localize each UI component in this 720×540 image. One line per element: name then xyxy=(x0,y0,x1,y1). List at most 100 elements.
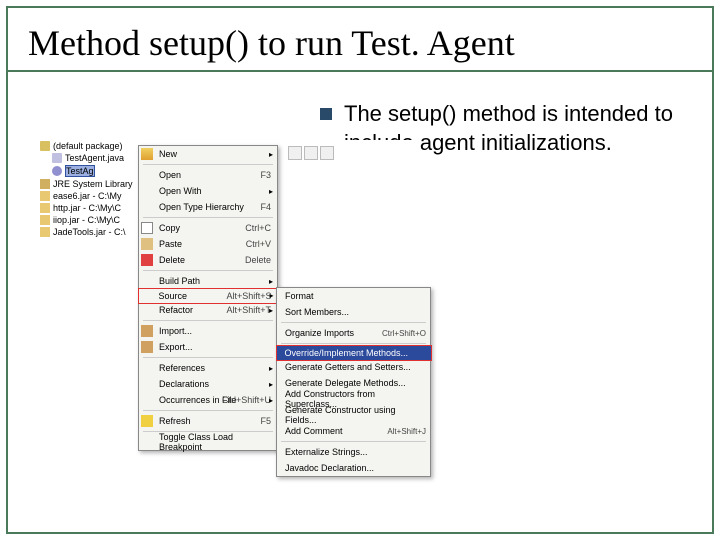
menu-label: Paste xyxy=(159,239,182,249)
menu-new[interactable]: New ▸ xyxy=(139,146,277,162)
menu-separator xyxy=(143,270,273,271)
menu-copy[interactable]: Copy Ctrl+C xyxy=(139,220,277,236)
menu-label: Format xyxy=(285,291,314,301)
title-underline xyxy=(8,70,712,72)
menu-sort-members[interactable]: Sort Members... xyxy=(277,304,430,320)
menu-declarations[interactable]: Declarations▸ xyxy=(139,376,277,392)
menu-constructor-fields[interactable]: Generate Constructor using Fields... xyxy=(277,407,430,423)
menu-label: Organize Imports xyxy=(285,328,354,338)
menu-label: Delete xyxy=(159,255,185,265)
submenu-arrow-icon: ▸ xyxy=(269,277,273,286)
menu-paste[interactable]: PasteCtrl+V xyxy=(139,236,277,252)
menu-label: Open With xyxy=(159,186,202,196)
slide-title: Method setup() to run Test. Agent xyxy=(28,22,515,64)
menu-label: Copy xyxy=(159,223,180,233)
shortcut: Ctrl+Shift+U xyxy=(222,395,271,405)
menu-label: Open xyxy=(159,170,181,180)
toolbar-icon[interactable] xyxy=(304,146,318,160)
menu-label: Toggle Class Load Breakpoint xyxy=(159,432,273,452)
menu-label: Import... xyxy=(159,326,192,336)
tree-java-file[interactable]: TestAgent.java xyxy=(28,152,138,164)
menu-refresh[interactable]: RefreshF5 xyxy=(139,413,277,429)
toolbar-icon[interactable] xyxy=(320,146,334,160)
menu-organize-imports[interactable]: Organize Imports Ctrl+Shift+O xyxy=(277,325,430,341)
tree-jar[interactable]: JadeTools.jar - C:\ xyxy=(28,226,138,238)
menu-format[interactable]: Format xyxy=(277,288,430,304)
menu-occurrences[interactable]: Occurrences in FileCtrl+Shift+U▸ xyxy=(139,392,277,408)
menu-separator xyxy=(143,217,273,218)
tree-jar[interactable]: http.jar - C:\My\C xyxy=(28,202,138,214)
tree-jre-lib[interactable]: JRE System Library xyxy=(28,178,138,190)
menu-label: Declarations xyxy=(159,379,209,389)
tree-label: JRE System Library xyxy=(53,179,133,189)
submenu-arrow-icon: ▸ xyxy=(269,396,273,405)
tree-label: http.jar - C:\My\C xyxy=(53,203,121,213)
tree-label: TestAg xyxy=(65,165,95,177)
submenu-arrow-icon: ▸ xyxy=(269,306,273,315)
tree-label: TestAgent.java xyxy=(65,153,124,163)
menu-label: New xyxy=(159,149,177,159)
menu-label: Override/Implement Methods... xyxy=(285,348,409,358)
jar-icon xyxy=(40,215,50,225)
menu-externalize-strings[interactable]: Externalize Strings... xyxy=(277,444,430,460)
menu-references[interactable]: References ▸ xyxy=(139,360,277,376)
tree-jar[interactable]: ease6.jar - C:\My xyxy=(28,190,138,202)
submenu-arrow-icon: ▸ xyxy=(269,187,273,196)
menu-label: Generate Delegate Methods... xyxy=(285,378,406,388)
menu-label: Generate Getters and Setters... xyxy=(285,362,411,372)
menu-refactor[interactable]: RefactorAlt+Shift+T▸ xyxy=(139,302,277,318)
shortcut: Delete xyxy=(245,255,271,265)
menu-label: Source xyxy=(159,291,188,301)
menu-separator xyxy=(281,322,426,323)
library-icon xyxy=(40,179,50,189)
menu-toggle-breakpoint[interactable]: Toggle Class Load Breakpoint xyxy=(139,434,277,450)
context-menu: New ▸ OpenF3 Open With ▸ Open Type Hierarc… xyxy=(138,145,278,451)
tree-package[interactable]: (default package) xyxy=(28,140,138,152)
shortcut: Alt+Shift+J xyxy=(387,427,426,436)
menu-open-with[interactable]: Open With ▸ xyxy=(139,183,277,199)
shortcut: Ctrl+Shift+O xyxy=(382,329,426,338)
menu-javadoc[interactable]: Javadoc Declaration... xyxy=(277,460,430,476)
jar-icon xyxy=(40,227,50,237)
refresh-icon xyxy=(141,415,153,427)
tree-jar[interactable]: iiop.jar - C:\My\C xyxy=(28,214,138,226)
bullet-icon xyxy=(320,108,332,120)
source-submenu: Format Sort Members... Organize Imports C… xyxy=(276,287,431,477)
toolbar-icon[interactable] xyxy=(288,146,302,160)
menu-separator xyxy=(143,164,273,165)
menu-label: Refactor xyxy=(159,305,193,315)
ide-screenshot: (default package) TestAgent.java TestAg … xyxy=(28,140,418,490)
menu-export[interactable]: Export... xyxy=(139,339,277,355)
shortcut: F4 xyxy=(260,202,271,212)
menu-separator xyxy=(143,320,273,321)
tree-label: ease6.jar - C:\My xyxy=(53,191,122,201)
toolbar-icons xyxy=(288,146,334,160)
shortcut: Ctrl+C xyxy=(245,223,271,233)
menu-label: Generate Constructor using Fields... xyxy=(285,405,426,425)
tree-label: (default package) xyxy=(53,141,123,151)
menu-add-comment[interactable]: Add Comment Alt+Shift+J xyxy=(277,423,430,439)
menu-label: References xyxy=(159,363,205,373)
menu-label: Sort Members... xyxy=(285,307,349,317)
menu-open[interactable]: OpenF3 xyxy=(139,167,277,183)
menu-label: Javadoc Declaration... xyxy=(285,463,374,473)
class-icon xyxy=(52,166,62,176)
package-explorer: (default package) TestAgent.java TestAg … xyxy=(28,140,138,238)
menu-label: Open Type Hierarchy xyxy=(159,202,244,212)
menu-separator xyxy=(143,357,273,358)
menu-separator xyxy=(281,441,426,442)
menu-label: Externalize Strings... xyxy=(285,447,368,457)
jar-icon xyxy=(40,203,50,213)
menu-label: Add Comment xyxy=(285,426,343,436)
tree-class[interactable]: TestAg xyxy=(28,164,138,178)
submenu-arrow-icon: ▸ xyxy=(269,150,273,159)
new-icon xyxy=(141,148,153,160)
menu-label: Build Path xyxy=(159,276,200,286)
menu-import[interactable]: Import... xyxy=(139,323,277,339)
menu-delete[interactable]: Delete Delete xyxy=(139,252,277,268)
menu-open-hierarchy[interactable]: Open Type Hierarchy F4 xyxy=(139,199,277,215)
menu-getters-setters[interactable]: Generate Getters and Setters... xyxy=(277,359,430,375)
submenu-arrow-icon: ▸ xyxy=(269,364,273,373)
paste-icon xyxy=(141,238,153,250)
menu-label: Refresh xyxy=(159,416,191,426)
